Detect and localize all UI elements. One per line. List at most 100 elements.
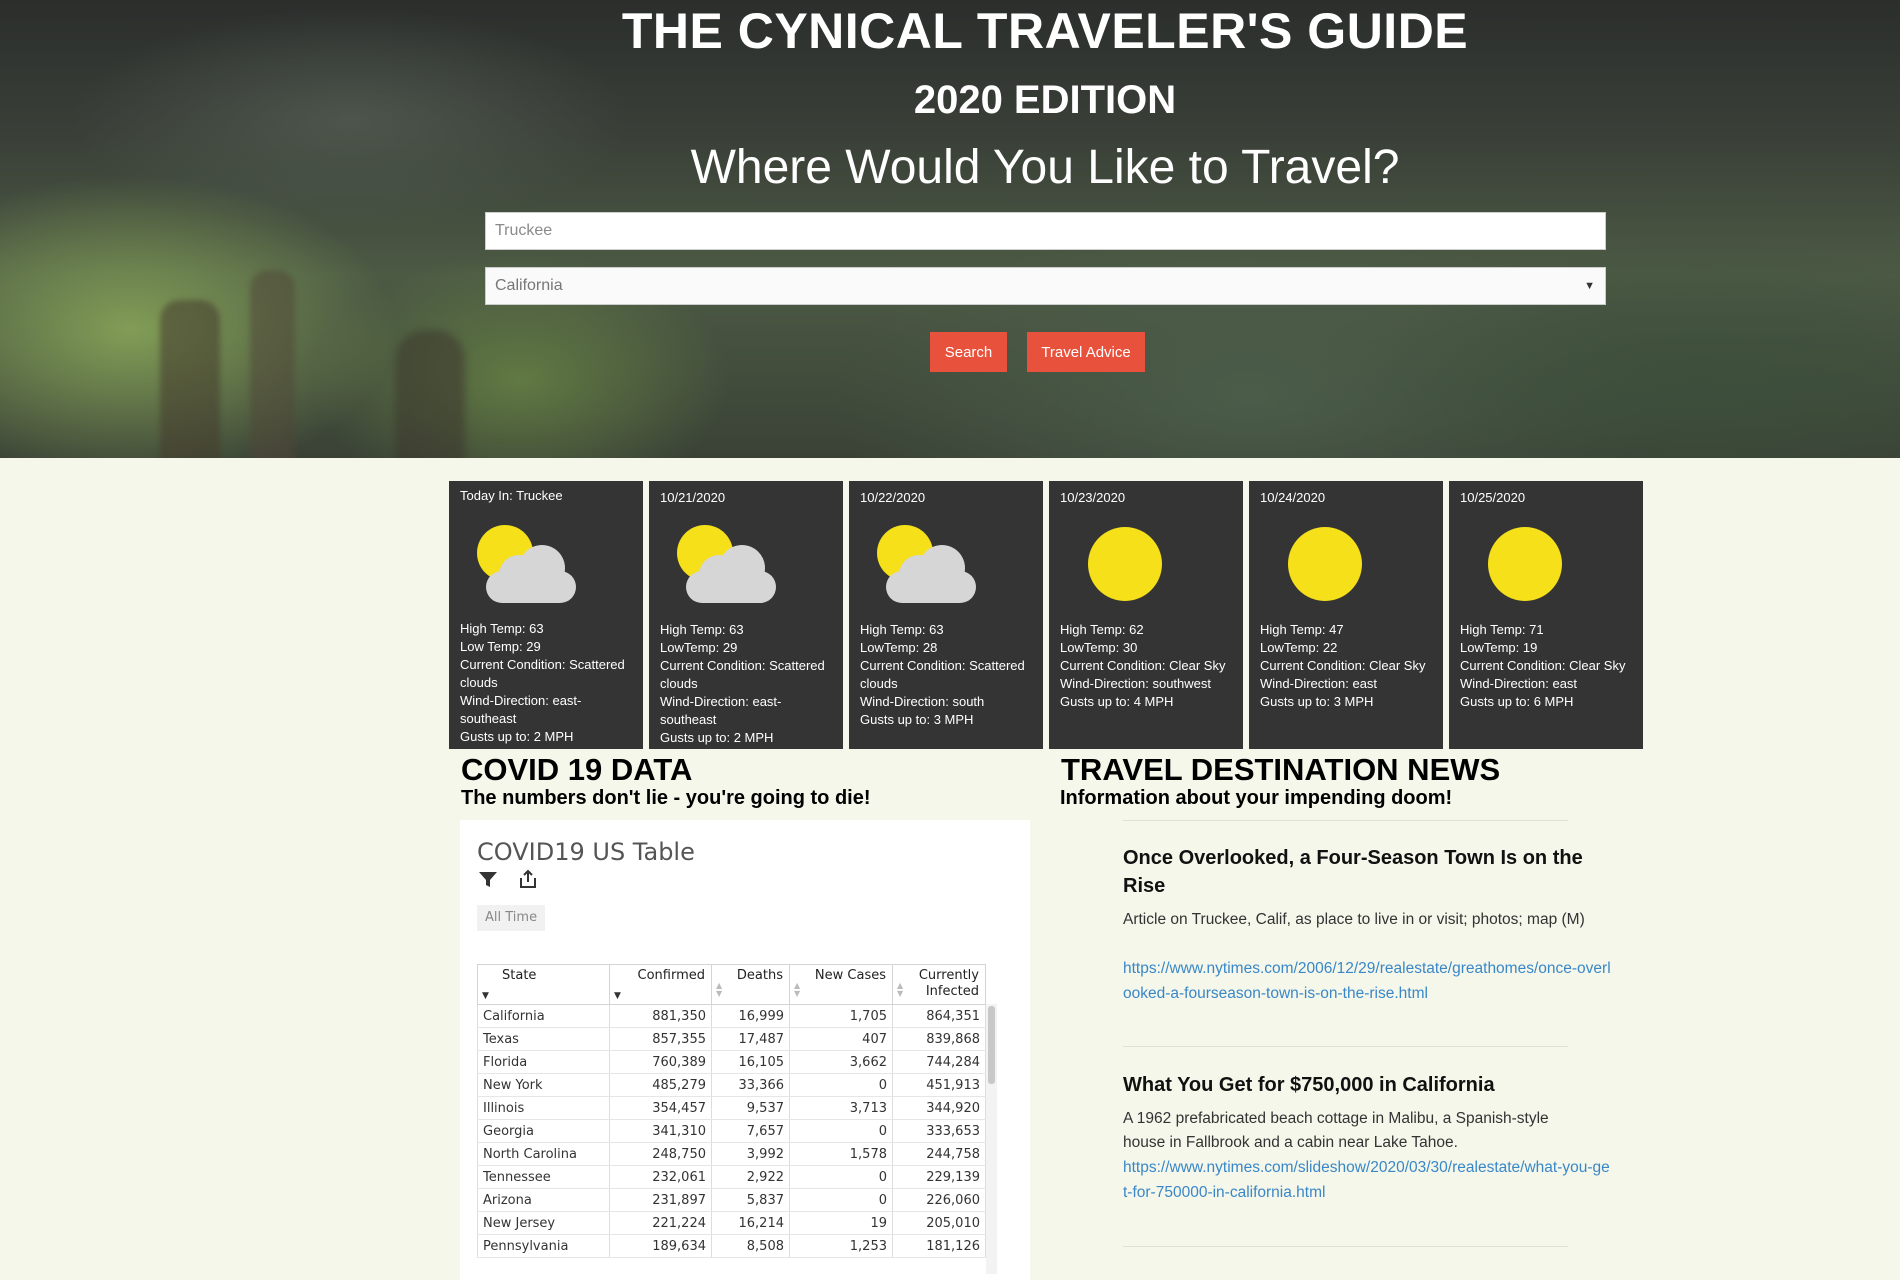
travel-question: Where Would You Like to Travel? bbox=[690, 141, 1400, 194]
state-select[interactable]: California ▼ bbox=[485, 267, 1606, 305]
number-cell: 354,457 bbox=[609, 1096, 712, 1120]
table-row[interactable]: New Jersey 221,224 16,214 19 205,010 bbox=[477, 1211, 986, 1235]
search-button[interactable]: Search bbox=[930, 332, 1007, 372]
number-cell: 857,355 bbox=[609, 1027, 712, 1051]
weather-card-details: High Temp: 63 LowTemp: 29 Current Conditio… bbox=[660, 621, 835, 747]
weather-detail-line: Current Condition: Scattered clouds bbox=[660, 658, 825, 691]
number-cell: 1,705 bbox=[789, 1004, 893, 1028]
news-link[interactable]: https://www.nytimes.com/2006/12/29/reale… bbox=[1123, 956, 1613, 1006]
city-search-input[interactable] bbox=[485, 212, 1606, 250]
column-header-new-cases[interactable]: New Cases ▲ ▼ bbox=[789, 964, 893, 1005]
weather-detail-line: LowTemp: 29 bbox=[660, 640, 738, 655]
number-cell: 33,366 bbox=[711, 1073, 790, 1097]
weather-detail-line: Gusts up to: 3 MPH bbox=[860, 712, 974, 727]
number-cell: 0 bbox=[789, 1073, 893, 1097]
weather-detail-line: Wind-Direction: east-southeast bbox=[460, 693, 582, 726]
column-header-deaths[interactable]: Deaths ▲ ▼ bbox=[711, 964, 790, 1005]
chevron-down-icon: ▼ bbox=[1584, 280, 1595, 292]
column-header-confirmed[interactable]: Confirmed ▼ bbox=[609, 964, 712, 1005]
weather-card-date: 10/21/2020 bbox=[660, 490, 726, 505]
table-row[interactable]: Florida 760,389 16,105 3,662 744,284 bbox=[477, 1050, 986, 1074]
site-title: THE CYNICAL TRAVELER'S GUIDE bbox=[621, 3, 1469, 59]
table-row[interactable]: Tennessee 232,061 2,922 0 229,139 bbox=[477, 1165, 986, 1189]
weather-detail-line: High Temp: 47 bbox=[1260, 622, 1344, 637]
weather-detail-line: Current Condition: Scattered clouds bbox=[460, 657, 625, 690]
table-header-row: State ▼ Confirmed ▼ Deaths ▲ ▼ New Cases … bbox=[477, 964, 986, 1005]
number-cell: 333,653 bbox=[892, 1119, 986, 1143]
covid-table: State ▼ Confirmed ▼ Deaths ▲ ▼ New Cases … bbox=[477, 964, 986, 1258]
news-description: Article on Truckee, Calif, as place to l… bbox=[1123, 911, 1585, 928]
background-tree-trunk bbox=[160, 300, 220, 458]
number-cell: 16,105 bbox=[711, 1050, 790, 1074]
number-cell: 485,279 bbox=[609, 1073, 712, 1097]
table-row[interactable]: Pennsylvania 189,634 8,508 1,253 181,126 bbox=[477, 1234, 986, 1258]
table-row[interactable]: Arizona 231,897 5,837 0 226,060 bbox=[477, 1188, 986, 1212]
column-header-label: New Cases bbox=[814, 968, 886, 983]
weather-detail-line: Gusts up to: 2 MPH bbox=[460, 729, 574, 744]
partly-cloudy-icon bbox=[677, 525, 779, 605]
filter-icon[interactable] bbox=[477, 868, 501, 892]
time-filter-chip[interactable]: All Time bbox=[477, 905, 546, 931]
state-cell: Tennessee bbox=[477, 1165, 610, 1189]
sun-icon bbox=[1479, 525, 1579, 605]
weather-detail-line: Wind-Direction: east bbox=[1260, 676, 1378, 691]
weather-detail-line: Gusts up to: 4 MPH bbox=[1060, 694, 1174, 709]
sort-toggle-icon: ▲ ▼ bbox=[716, 981, 723, 998]
weather-detail-line: Wind-Direction: southwest bbox=[1060, 676, 1211, 691]
weather-card-details: High Temp: 63 Low Temp: 29 Current Conditi… bbox=[460, 620, 635, 746]
weather-detail-line: High Temp: 62 bbox=[1060, 622, 1144, 637]
number-cell: 0 bbox=[789, 1188, 893, 1212]
state-cell: Georgia bbox=[477, 1119, 610, 1143]
covid-panel-title: COVID19 US Table bbox=[477, 838, 695, 866]
sun-icon bbox=[1279, 525, 1379, 605]
weather-card-details: High Temp: 71 LowTemp: 19 Current Conditio… bbox=[1460, 621, 1635, 711]
partly-cloudy-icon bbox=[477, 525, 579, 605]
weather-detail-line: High Temp: 63 bbox=[860, 622, 944, 637]
number-cell: 1,253 bbox=[789, 1234, 893, 1258]
state-cell: Texas bbox=[477, 1027, 610, 1051]
state-cell: Pennsylvania bbox=[477, 1234, 610, 1258]
weather-card-date: 10/23/2020 bbox=[1060, 490, 1126, 505]
news-link[interactable]: https://www.nytimes.com/slideshow/2020/0… bbox=[1123, 1155, 1613, 1205]
sort-descending-icon: ▼ bbox=[614, 991, 621, 1001]
number-cell: 0 bbox=[789, 1119, 893, 1143]
column-header-currently-infected[interactable]: Currently Infected ▲ ▼ bbox=[892, 964, 986, 1005]
number-cell: 17,487 bbox=[711, 1027, 790, 1051]
number-cell: 881,350 bbox=[609, 1004, 712, 1028]
weather-card: 10/25/2020 High Temp: 71 LowTemp: 19 Curren… bbox=[1449, 481, 1643, 749]
table-row[interactable]: New York 485,279 33,366 0 451,913 bbox=[477, 1073, 986, 1097]
number-cell: 232,061 bbox=[609, 1165, 712, 1189]
table-row[interactable]: North Carolina 248,750 3,992 1,578 244,758 bbox=[477, 1142, 986, 1166]
edition-subtitle: 2020 EDITION bbox=[913, 78, 1177, 122]
weather-card: 10/23/2020 High Temp: 62 LowTemp: 30 Curren… bbox=[1049, 481, 1243, 749]
column-header-label: Confirmed bbox=[637, 968, 706, 983]
weather-card-details: High Temp: 63 LowTemp: 28 Current Conditio… bbox=[860, 621, 1035, 729]
weather-detail-line: Gusts up to: 2 MPH bbox=[660, 730, 774, 745]
sort-toggle-icon: ▲ ▼ bbox=[794, 981, 801, 998]
news-headline: What You Get for $750,000 in California bbox=[1123, 1074, 1495, 1096]
number-cell: 229,139 bbox=[892, 1165, 986, 1189]
table-row[interactable]: Georgia 341,310 7,657 0 333,653 bbox=[477, 1119, 986, 1143]
number-cell: 9,537 bbox=[711, 1096, 790, 1120]
share-icon[interactable] bbox=[517, 868, 541, 892]
news-divider bbox=[1123, 820, 1568, 821]
news-description: A 1962 prefabricated beach cottage in Ma… bbox=[1123, 1110, 1549, 1151]
column-header-state[interactable]: State ▼ bbox=[477, 964, 610, 1005]
number-cell: 8,508 bbox=[711, 1234, 790, 1258]
table-row[interactable]: California 881,350 16,999 1,705 864,351 bbox=[477, 1004, 986, 1028]
table-scrollbar-thumb[interactable] bbox=[988, 1006, 995, 1084]
state-cell: California bbox=[477, 1004, 610, 1028]
travel-advice-button[interactable]: Travel Advice bbox=[1027, 332, 1145, 372]
table-row[interactable]: Texas 857,355 17,487 407 839,868 bbox=[477, 1027, 986, 1051]
state-cell: North Carolina bbox=[477, 1142, 610, 1166]
number-cell: 16,999 bbox=[711, 1004, 790, 1028]
number-cell: 244,758 bbox=[892, 1142, 986, 1166]
table-row[interactable]: Illinois 354,457 9,537 3,713 344,920 bbox=[477, 1096, 986, 1120]
number-cell: 226,060 bbox=[892, 1188, 986, 1212]
number-cell: 221,224 bbox=[609, 1211, 712, 1235]
number-cell: 3,713 bbox=[789, 1096, 893, 1120]
weather-detail-line: Gusts up to: 6 MPH bbox=[1460, 694, 1574, 709]
weather-detail-line: Current Condition: Clear Sky bbox=[1060, 658, 1226, 673]
number-cell: 344,920 bbox=[892, 1096, 986, 1120]
covid-section-subtitle: The numbers don't lie - you're going to … bbox=[461, 787, 871, 809]
